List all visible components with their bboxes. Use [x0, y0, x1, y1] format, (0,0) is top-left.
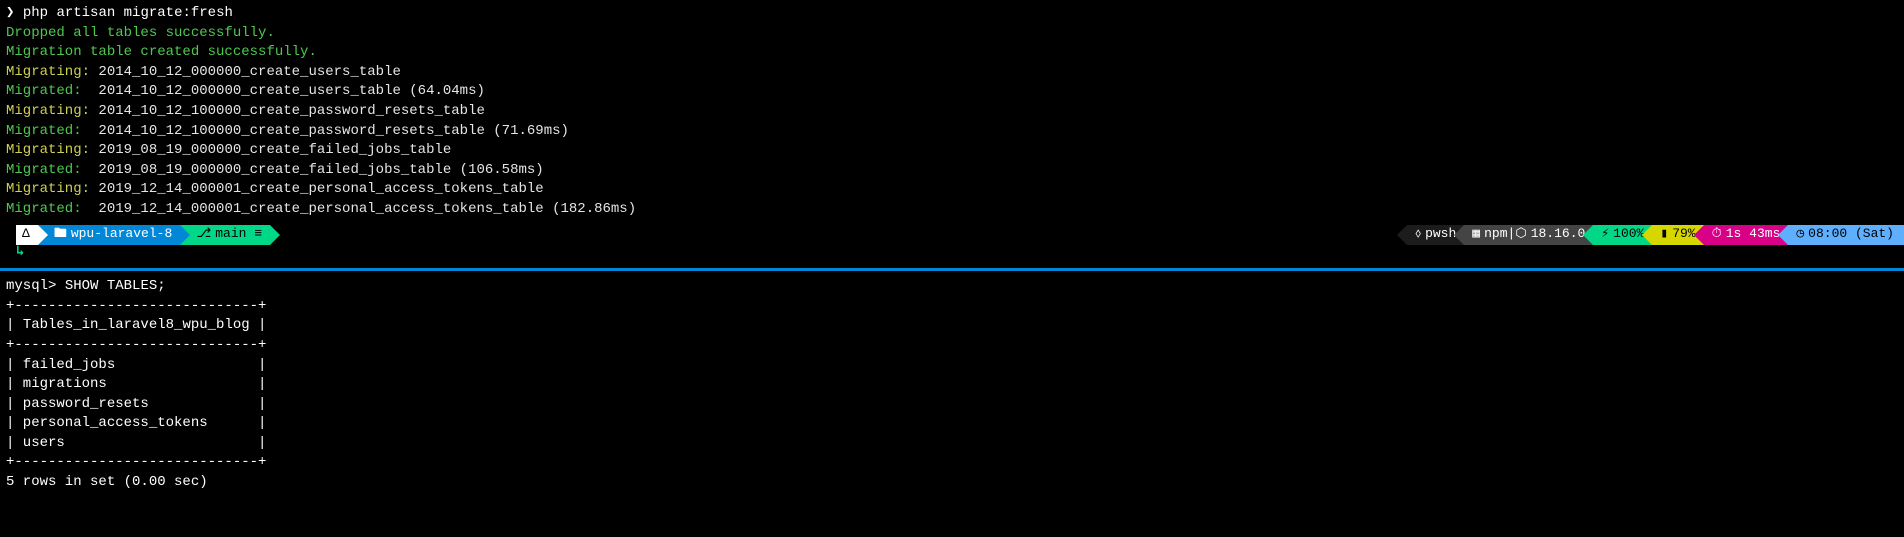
migration-detail: 2014_10_12_000000_create_users_table (64…	[90, 83, 485, 99]
os-segment: Δ	[16, 225, 38, 245]
prompt-cursor-line[interactable]: ↳	[0, 243, 1904, 263]
migration-status-label: Migrated:	[6, 123, 90, 139]
command-text: php artisan migrate:fresh	[23, 5, 233, 21]
plug-icon: ⚡	[1601, 225, 1609, 243]
migration-status-label: Migrating:	[6, 64, 90, 80]
charge-value: 100%	[1613, 225, 1644, 243]
migration-status-label: Migrating:	[6, 181, 90, 197]
table-row: | failed_jobs |	[6, 356, 1898, 376]
mysql-command-line: mysql> SHOW TABLES;	[6, 277, 1898, 297]
linux-icon: Δ	[22, 225, 30, 243]
migration-status-label: Migrated:	[6, 162, 90, 178]
battery-value: 79%	[1672, 225, 1695, 243]
mysql-prompt: mysql>	[6, 278, 56, 294]
migration-status-label: Migrated:	[6, 201, 90, 217]
folder-name: wpu-laravel-8	[71, 225, 172, 243]
output-line: Migrating: 2019_12_14_000001_create_pers…	[6, 180, 1898, 200]
mysql-command: SHOW TABLES;	[65, 278, 166, 294]
clock-value: 08:00 (Sat)	[1808, 225, 1894, 243]
git-segment: ⎇main ≡	[180, 225, 270, 245]
node-version: 18.16.0	[1531, 225, 1586, 243]
table-border: +-----------------------------+	[6, 453, 1898, 473]
npm-label: npm	[1484, 225, 1507, 243]
output-line: Migration table created successfully.	[6, 43, 1898, 63]
table-row: | password_resets |	[6, 395, 1898, 415]
output-line: Migrated: 2019_12_14_000001_create_perso…	[6, 200, 1898, 220]
clock-segment: ◷08:00 (Sat)	[1788, 225, 1904, 245]
clock-icon: ◷	[1796, 225, 1804, 243]
battery-icon: ▮	[1660, 225, 1668, 243]
migration-detail: 2019_08_19_000000_create_failed_jobs_tab…	[90, 142, 451, 158]
migration-detail: 2019_08_19_000000_create_failed_jobs_tab…	[90, 162, 544, 178]
command-line: ❯ php artisan migrate:fresh	[6, 4, 1898, 24]
migration-detail: 2014_10_12_100000_create_password_resets…	[90, 103, 485, 119]
migration-status-label: Migrating:	[6, 103, 90, 119]
stopwatch-icon: ⏱	[1712, 225, 1722, 243]
output-line: Migrating: 2014_10_12_100000_create_pass…	[6, 102, 1898, 122]
table-row: | users |	[6, 434, 1898, 454]
npm-segment: ▦npm | ⬡18.16.0	[1464, 225, 1593, 245]
migration-detail: 2014_10_12_100000_create_password_resets…	[90, 123, 569, 139]
migration-detail: 2019_12_14_000001_create_personal_access…	[90, 181, 544, 197]
table-border: +-----------------------------+	[6, 336, 1898, 356]
migration-detail: 2014_10_12_000000_create_users_table	[90, 64, 401, 80]
output-line: Migrating: 2014_10_12_000000_create_user…	[6, 63, 1898, 83]
output-line: Migrating: 2019_08_19_000000_create_fail…	[6, 141, 1898, 161]
timing-segment: ⏱1s 43ms	[1704, 225, 1789, 245]
output-line: Migrated: 2019_08_19_000000_create_faile…	[6, 161, 1898, 181]
shell-name: pwsh	[1425, 225, 1456, 243]
mysql-terminal-pane[interactable]: mysql> SHOW TABLES; +-------------------…	[0, 271, 1904, 499]
migration-detail: 2019_12_14_000001_create_personal_access…	[90, 201, 636, 217]
mysql-footer: 5 rows in set (0.00 sec)	[6, 473, 1898, 493]
shell-icon: ⬨	[1415, 225, 1421, 243]
folder-icon: 🖿	[54, 225, 67, 243]
powerline-status-bar: Δ 🖿wpu-laravel-8 ⎇main ≡ ⬨pwsh ▦npm | ⬡1…	[0, 225, 1904, 245]
status-right: ⬨pwsh ▦npm | ⬡18.16.0 ⚡100% ▮79% ⏱1s 43m…	[1407, 225, 1904, 245]
table-border: +-----------------------------+	[6, 297, 1898, 317]
table-row: | personal_access_tokens |	[6, 414, 1898, 434]
table-row: | migrations |	[6, 375, 1898, 395]
timing-value: 1s 43ms	[1726, 225, 1781, 243]
output-line: Dropped all tables successfully.	[6, 24, 1898, 44]
status-left: Δ 🖿wpu-laravel-8 ⎇main ≡	[16, 225, 270, 245]
table-header: Tables_in_laravel8_wpu_blog	[23, 317, 250, 333]
prompt-arrow-icon: ↳	[16, 244, 24, 260]
output-line: Migrated: 2014_10_12_100000_create_passw…	[6, 122, 1898, 142]
npm-icon: ▦	[1472, 225, 1480, 243]
table-header-row: | Tables_in_laravel8_wpu_blog |	[6, 316, 1898, 336]
node-icon: ⬡	[1515, 225, 1526, 243]
git-icon: ⎇	[196, 225, 211, 243]
output-line: Migrated: 2014_10_12_000000_create_users…	[6, 82, 1898, 102]
migration-status-label: Migrating:	[6, 142, 90, 158]
top-terminal-pane[interactable]: ❯ php artisan migrate:fresh Dropped all …	[0, 0, 1904, 222]
folder-segment: 🖿wpu-laravel-8	[38, 225, 180, 245]
git-branch: main ≡	[215, 225, 262, 243]
migration-status-label: Migrated:	[6, 83, 90, 99]
